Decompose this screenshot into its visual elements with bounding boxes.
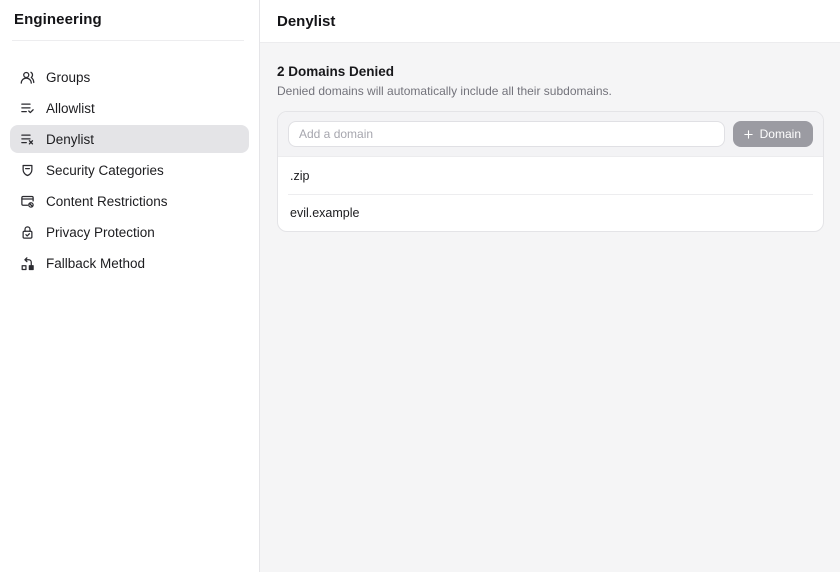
denylist-card: Domain .zip evil.example [277, 111, 824, 232]
plus-icon [743, 129, 754, 140]
profile-title: Engineering [14, 11, 245, 28]
sidebar-item-content-restrictions[interactable]: Content Restrictions [10, 187, 249, 215]
denied-domains-list: .zip evil.example [278, 157, 823, 231]
sidebar-item-label: Privacy Protection [46, 225, 155, 240]
sidebar-nav: Groups Allowlist Denylist [0, 41, 259, 277]
sidebar-item-label: Allowlist [46, 101, 95, 116]
add-domain-toolbar: Domain [278, 112, 823, 157]
add-domain-button[interactable]: Domain [733, 121, 813, 147]
lock-check-icon [19, 224, 35, 240]
domain-row[interactable]: .zip [288, 157, 813, 194]
domain-name: .zip [290, 169, 309, 183]
sidebar-item-label: Groups [46, 70, 90, 85]
app-window: Engineering Groups Allowli [0, 0, 840, 572]
sidebar-item-groups[interactable]: Groups [10, 63, 249, 91]
list-check-icon [19, 100, 35, 116]
sidebar-item-label: Fallback Method [46, 256, 145, 271]
main-panel: Denylist 2 Domains Denied Denied domains… [260, 0, 840, 572]
domains-denied-subheading: Denied domains will automatically includ… [277, 84, 824, 98]
domain-name: evil.example [290, 206, 359, 220]
sidebar-item-label: Security Categories [46, 163, 164, 178]
sidebar: Engineering Groups Allowli [0, 0, 260, 572]
add-domain-input[interactable] [288, 121, 725, 147]
sidebar-item-fallback-method[interactable]: Fallback Method [10, 249, 249, 277]
main-header: Denylist [260, 0, 840, 43]
shield-icon [19, 162, 35, 178]
domain-row[interactable]: evil.example [288, 194, 813, 231]
add-domain-button-label: Domain [760, 127, 801, 141]
sidebar-item-label: Content Restrictions [46, 194, 168, 209]
sidebar-item-denylist[interactable]: Denylist [10, 125, 249, 153]
list-x-icon [19, 131, 35, 147]
users-icon [19, 69, 35, 85]
sidebar-item-security-categories[interactable]: Security Categories [10, 156, 249, 184]
sidebar-item-label: Denylist [46, 132, 94, 147]
page-title: Denylist [277, 13, 335, 30]
domains-denied-heading: 2 Domains Denied [277, 64, 824, 79]
sidebar-item-privacy-protection[interactable]: Privacy Protection [10, 218, 249, 246]
content-area: 2 Domains Denied Denied domains will aut… [260, 43, 840, 232]
window-ban-icon [19, 193, 35, 209]
sidebar-header: Engineering [0, 0, 259, 40]
sidebar-item-allowlist[interactable]: Allowlist [10, 94, 249, 122]
failover-icon [19, 255, 35, 271]
